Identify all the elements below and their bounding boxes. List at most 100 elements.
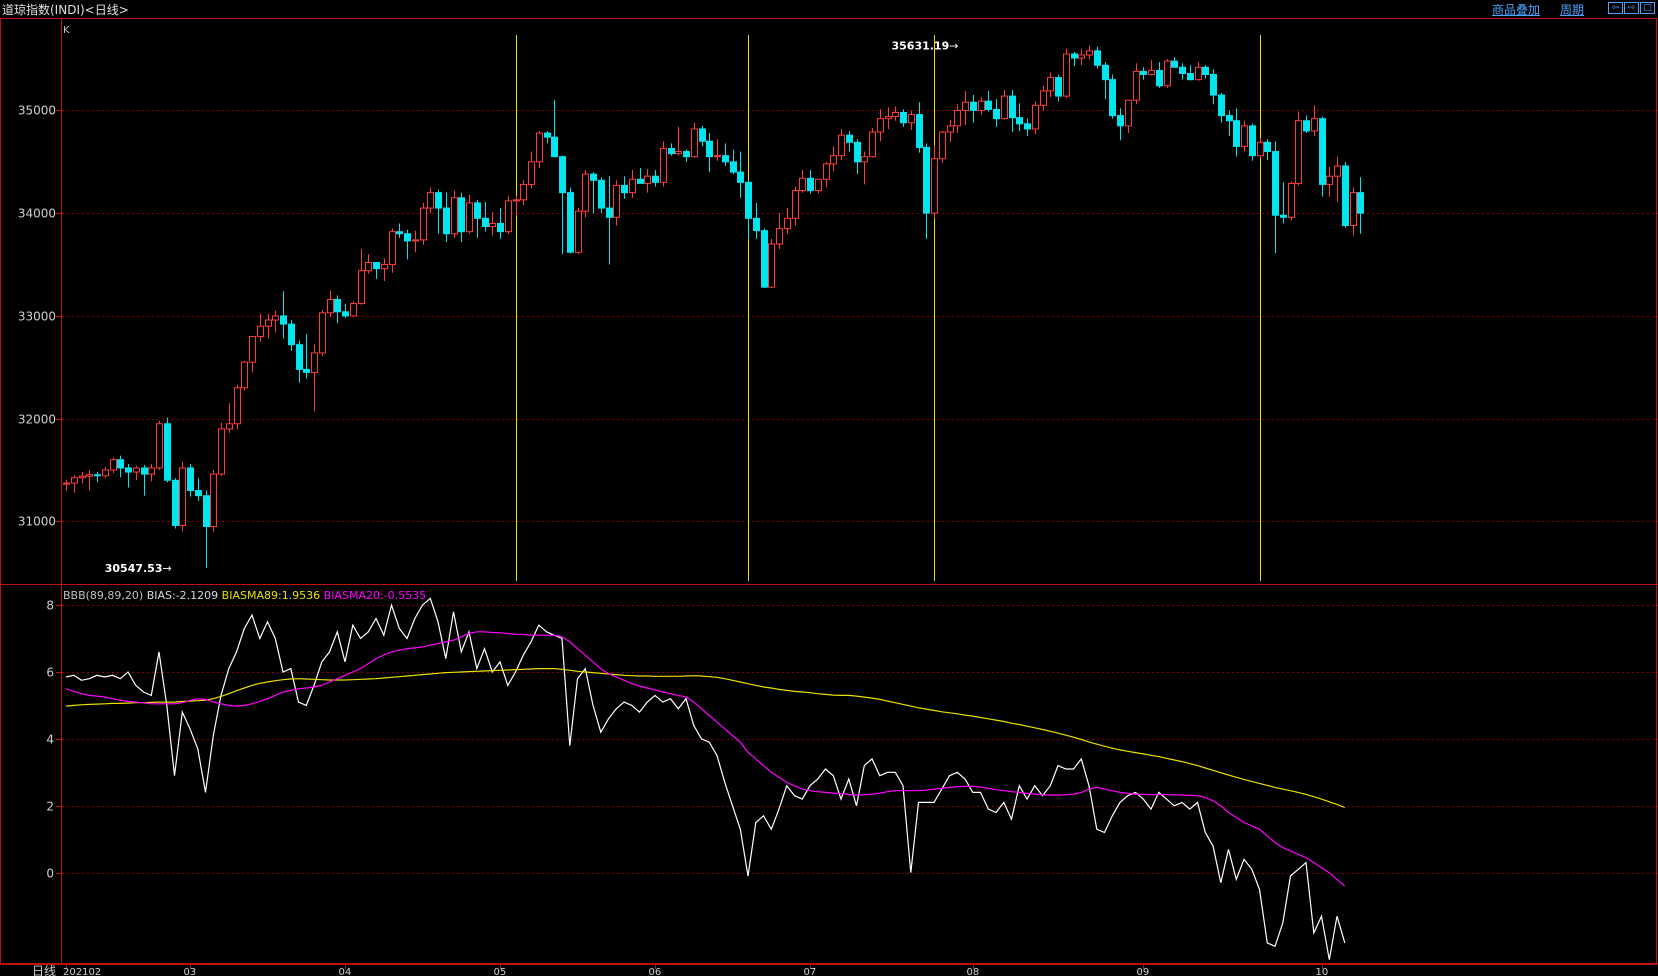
candle-body-down <box>652 175 659 183</box>
candle-body-up <box>1133 70 1140 101</box>
candle-body-up <box>792 190 799 219</box>
candle-body-up <box>869 131 876 158</box>
candle-body-up <box>451 197 458 235</box>
candle-body-up <box>784 217 791 230</box>
candle-body-up <box>1078 54 1085 59</box>
candle-body-up <box>629 178 636 194</box>
candle-body-down <box>737 171 744 183</box>
candle-body-up <box>1086 50 1093 56</box>
candle-body-down <box>1210 74 1217 96</box>
candle-body-down <box>1156 69 1163 87</box>
chart-canvas[interactable]: 310003200033000340003500002468 35631.19 →… <box>0 0 1658 976</box>
candle-body-up <box>830 155 837 165</box>
candle-body-down <box>195 490 202 497</box>
candlesticks[interactable] <box>63 45 1364 568</box>
candle-body-down <box>590 173 597 181</box>
candle-body-down <box>1303 120 1310 132</box>
candle-body-down <box>396 231 403 235</box>
candle-body-up <box>691 128 698 158</box>
candle-body-down <box>807 177 814 192</box>
candle-body-down <box>1016 117 1023 125</box>
high-price-label: 35631.19 <box>891 40 949 53</box>
candle-body-up <box>272 315 279 321</box>
candle-body-down <box>1218 94 1225 117</box>
candle-body-down <box>1319 118 1326 185</box>
indicator-tick-label: 8 <box>46 599 54 613</box>
candle-body-up <box>1311 118 1318 132</box>
candle-body-down <box>551 136 558 158</box>
candle-body-up <box>179 467 186 526</box>
candle-body-down <box>1171 60 1178 68</box>
candle-body-up <box>675 151 682 155</box>
candle-body-up <box>714 155 721 158</box>
price-tick-label: 33000 <box>18 310 56 324</box>
candle-body-up <box>1001 95 1008 120</box>
candle-body-down <box>164 423 171 481</box>
candle-body-up <box>226 423 233 430</box>
candle-body-up <box>1334 165 1341 177</box>
candle-body-up <box>954 109 961 127</box>
candle-body-down <box>1024 123 1031 130</box>
candle-body-down <box>567 192 574 253</box>
candle-body-up <box>1326 175 1333 185</box>
candle-body-up <box>234 387 241 425</box>
candle-body-down <box>1071 53 1078 59</box>
x-axis-labels: 日线 202102 03 04 05 06 07 08 09 10 <box>32 964 1328 976</box>
candle-body-up <box>513 199 520 202</box>
grid-lines <box>62 110 1658 874</box>
month-label: 202102 <box>63 967 101 976</box>
candle-body-up <box>311 352 318 373</box>
candle-body-down <box>900 112 907 124</box>
candle-body-up <box>644 175 651 184</box>
candle-body-up <box>365 261 372 272</box>
candle-body-down <box>1202 66 1209 75</box>
period-label: 日线 <box>32 964 56 976</box>
candle-body-down <box>706 140 713 158</box>
candle-body-down <box>1280 214 1287 218</box>
candle-body-down <box>125 467 132 473</box>
month-label: 05 <box>494 967 507 976</box>
candle-body-up <box>799 177 806 192</box>
candle-body-up <box>660 147 667 183</box>
legend-bias: BIAS:-2.1209 <box>147 589 222 602</box>
candle-body-up <box>776 228 783 245</box>
series-biasma20-line <box>65 631 1346 887</box>
candle-body-down <box>1102 64 1109 81</box>
candle-body-down <box>1226 115 1233 122</box>
candle-body-up <box>381 264 388 270</box>
candle-body-up <box>79 475 86 479</box>
candle-body-down <box>1187 72 1194 81</box>
indicator-tick-label: 4 <box>46 733 54 747</box>
candle-body-up <box>210 473 217 528</box>
low-price-label: 30547.53 <box>105 562 163 575</box>
month-label: 07 <box>804 967 817 976</box>
candle-body-up <box>156 423 163 469</box>
price-tick-label: 35000 <box>18 104 56 118</box>
series-bias-line <box>65 597 1346 960</box>
candle-body-down <box>1140 70 1147 76</box>
candle-body-down <box>722 155 729 163</box>
candle-body-down <box>303 368 310 373</box>
candle-body-up <box>1295 120 1302 184</box>
candle-body-up <box>582 173 589 212</box>
candle-body-down <box>443 207 450 235</box>
candle-body-up <box>148 467 155 475</box>
high-arrow-icon: → <box>949 40 958 53</box>
indicator-legend: K BBB(89,89,20) BIAS:-2.1209 BIASMA89:1.9… <box>63 25 426 602</box>
candle-body-down <box>559 156 566 194</box>
candle-body-down <box>203 495 210 528</box>
candle-body-up <box>520 183 527 201</box>
candle-body-up <box>838 134 845 157</box>
candle-body-down <box>761 230 768 288</box>
candle-body-up <box>815 178 822 192</box>
month-label: 08 <box>967 967 980 976</box>
candle-body-down <box>1357 192 1364 214</box>
candle-body-down <box>117 459 124 469</box>
candle-body-up <box>613 184 620 218</box>
candle-body-up <box>908 114 915 124</box>
candle-body-up <box>102 469 109 477</box>
candle-body-down <box>1342 165 1349 227</box>
candle-body-down <box>296 344 303 370</box>
candle-body-up <box>947 125 954 133</box>
candle-body-down <box>598 179 605 209</box>
